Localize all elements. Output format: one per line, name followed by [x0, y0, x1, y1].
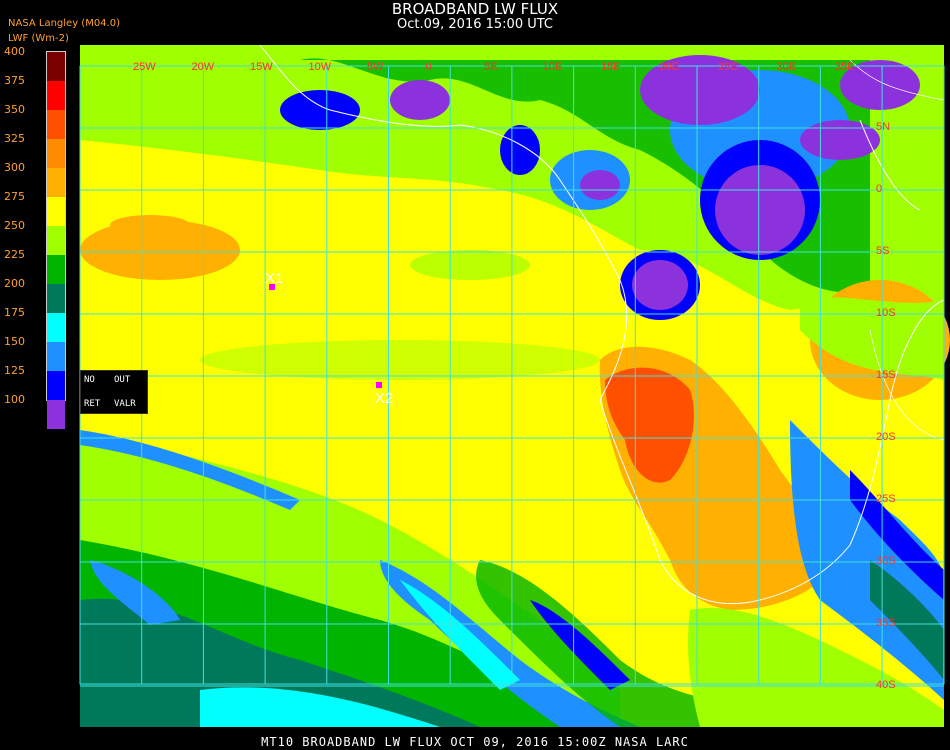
legend-swatch	[47, 139, 65, 168]
longitude-label: 10E	[543, 61, 563, 73]
legend-swatch	[47, 81, 65, 110]
chart-subtitle: Oct.09, 2016 15:00 UTC	[397, 17, 553, 32]
latitude-label: 0	[876, 183, 882, 195]
longitude-label: 0	[426, 61, 432, 73]
legend-tick-175: 175	[4, 306, 25, 319]
legend-swatch	[47, 284, 65, 313]
latitude-label: 20S	[876, 431, 896, 443]
latitude-label: 15S	[876, 369, 896, 381]
latitude-label: 5N	[876, 121, 890, 133]
ret-button[interactable]: RET	[84, 399, 100, 409]
legend-swatch	[47, 168, 65, 197]
marker-x2-point	[376, 382, 382, 388]
legend-swatch	[47, 52, 65, 81]
legend-swatch	[47, 400, 65, 429]
latitude-label: 35S	[876, 617, 896, 629]
marker-x2-label: X2	[375, 390, 393, 407]
latitude-label: 10S	[876, 307, 896, 319]
control-panel: NO OUT RET VALR	[80, 370, 148, 414]
legend-swatch	[47, 226, 65, 255]
units-label: LWF (Wm-2)	[8, 33, 69, 44]
legend-tick-150: 150	[4, 335, 25, 348]
legend-tick-200: 200	[4, 277, 25, 290]
legend-swatch	[47, 255, 65, 284]
longitude-label: 15W	[250, 61, 273, 73]
no-button[interactable]: NO	[84, 375, 95, 385]
source-label: NASA Langley (M04.0)	[8, 18, 120, 29]
color-scale-bar	[46, 51, 66, 429]
longitude-label: 25W	[133, 61, 156, 73]
longitude-label: 5W	[367, 61, 384, 73]
legend-swatch	[47, 197, 65, 226]
longitude-label: 35E	[835, 61, 855, 73]
longitude-label: 25E	[718, 61, 738, 73]
legend-tick-100: 100	[4, 393, 25, 406]
valr-button[interactable]: VALR	[114, 399, 136, 409]
latitude-label: 30S	[876, 555, 896, 567]
longitude-label: 15E	[601, 61, 621, 73]
latitude-label: 40S	[876, 679, 896, 691]
latitude-label: 5S	[876, 245, 889, 257]
marker-x1-label: X1	[265, 270, 283, 287]
legend-swatch	[47, 313, 65, 342]
latitude-label: 25S	[876, 493, 896, 505]
legend-swatch	[47, 110, 65, 139]
legend-tick-300: 300	[4, 161, 25, 174]
longitude-label: 20E	[660, 61, 680, 73]
footer-caption: MT10 BROADBAND LW FLUX OCT 09, 2016 15:0…	[261, 735, 689, 749]
longitude-label: 10W	[309, 61, 332, 73]
legend-swatch	[47, 371, 65, 400]
legend-tick-225: 225	[4, 248, 25, 261]
legend-tick-350: 350	[4, 103, 25, 116]
chart-title: BROADBAND LW FLUX	[391, 0, 559, 18]
legend-tick-125: 125	[4, 364, 25, 377]
legend-tick-375: 375	[4, 74, 25, 87]
legend-tick-325: 325	[4, 132, 25, 145]
longitude-label: 30E	[777, 61, 797, 73]
legend-tick-400: 400	[4, 45, 25, 58]
longitude-label: 5E	[484, 61, 497, 73]
legend-tick-250: 250	[4, 219, 25, 232]
legend-tick-275: 275	[4, 190, 25, 203]
legend-swatch	[47, 342, 65, 371]
out-button[interactable]: OUT	[114, 375, 130, 385]
longitude-label: 20W	[192, 61, 215, 73]
